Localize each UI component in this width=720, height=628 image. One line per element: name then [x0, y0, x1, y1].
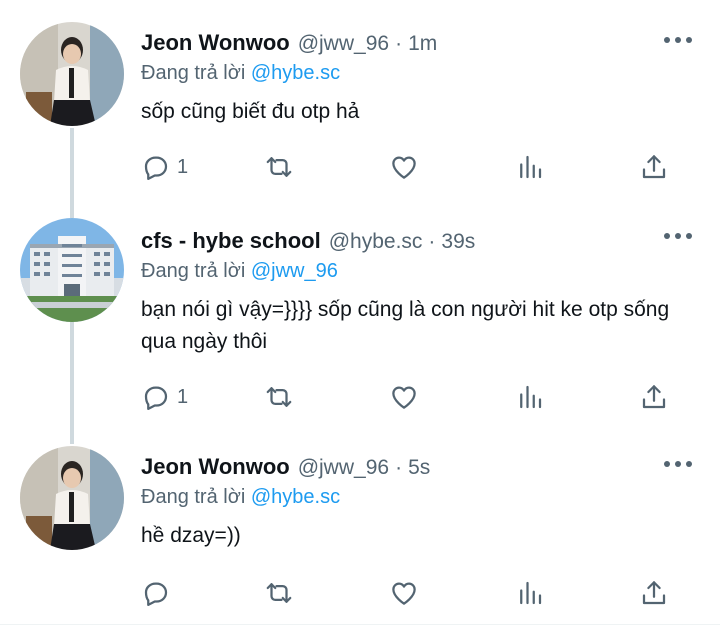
author-name[interactable]: Jeon Wonwoo: [141, 454, 290, 480]
retweet-icon: [266, 387, 292, 407]
like-button[interactable]: [389, 380, 419, 414]
more-icon: [664, 37, 670, 43]
analytics-icon: [520, 581, 542, 605]
timestamp[interactable]: 1m: [408, 32, 437, 56]
action-bar: [141, 576, 681, 610]
reply-mention[interactable]: @hybe.sc: [251, 486, 340, 508]
reply-prefix: Đang trả lời: [141, 486, 246, 508]
tweet[interactable]: cfs - hybe school @hybe.sc · 39s Đang tr…: [0, 200, 720, 430]
analytics-icon: [520, 385, 542, 409]
like-icon: [392, 582, 416, 605]
separator: ·: [428, 230, 436, 253]
reply-context: Đang trả lời @jww_96: [141, 256, 700, 286]
reply-context: Đang trả lời @hybe.sc: [141, 58, 700, 88]
like-icon: [392, 386, 416, 409]
author-handle[interactable]: @hybe.sc: [329, 230, 423, 254]
reply-count: 1: [177, 385, 189, 408]
share-button[interactable]: [639, 150, 669, 184]
retweet-button[interactable]: [264, 380, 294, 414]
share-button[interactable]: [639, 380, 669, 414]
avatar[interactable]: [20, 22, 124, 126]
retweet-button[interactable]: [264, 150, 294, 184]
tweet-text: sốp cũng biết đu otp hả: [141, 100, 360, 123]
like-button[interactable]: [389, 150, 419, 184]
analytics-button[interactable]: [515, 150, 545, 184]
retweet-icon: [266, 583, 292, 603]
more-button[interactable]: [664, 34, 692, 46]
reply-count: 1: [177, 155, 189, 178]
timestamp[interactable]: 5s: [408, 456, 430, 480]
retweet-icon: [266, 157, 292, 177]
avatar[interactable]: [20, 446, 124, 550]
more-icon: [664, 233, 670, 239]
more-button[interactable]: [664, 458, 692, 470]
reply-button[interactable]: 1: [141, 150, 188, 184]
author-handle[interactable]: @jww_96: [298, 456, 389, 480]
reply-icon: [144, 156, 168, 180]
separator: ·: [395, 456, 403, 479]
analytics-button[interactable]: [515, 380, 545, 414]
reply-button[interactable]: 1: [141, 380, 188, 414]
bottom-divider: [0, 624, 720, 625]
retweet-button[interactable]: [264, 576, 294, 610]
tweet[interactable]: Jeon Wonwoo @jww_96 · 1m Đang trả lời @h…: [0, 0, 720, 200]
analytics-button[interactable]: [515, 576, 545, 610]
more-button[interactable]: [664, 230, 692, 242]
more-icon: [664, 461, 670, 467]
author-name[interactable]: Jeon Wonwoo: [141, 30, 290, 56]
avatar[interactable]: [20, 218, 124, 322]
analytics-icon: [520, 155, 542, 179]
tweet-text: hề dzay=)): [141, 524, 241, 547]
reply-icon: [144, 386, 168, 410]
share-icon: [642, 385, 666, 409]
reply-mention[interactable]: @jww_96: [251, 260, 338, 282]
reply-button[interactable]: [141, 576, 177, 610]
reply-prefix: Đang trả lời: [141, 260, 246, 282]
share-button[interactable]: [639, 576, 669, 610]
tweet[interactable]: Jeon Wonwoo @jww_96 · 5s Đang trả lời @h…: [0, 430, 720, 628]
timestamp[interactable]: 39s: [441, 230, 475, 254]
author-name[interactable]: cfs - hybe school: [141, 228, 321, 254]
tweet-text: bạn nói gì vậy=}}}} sốp cũng là con ngườ…: [141, 298, 670, 353]
reply-context: Đang trả lời @hybe.sc: [141, 482, 700, 512]
author-handle[interactable]: @jww_96: [298, 32, 389, 56]
reply-prefix: Đang trả lời: [141, 62, 246, 84]
separator: ·: [395, 32, 403, 55]
action-bar: 1: [141, 380, 681, 414]
reply-mention[interactable]: @hybe.sc: [251, 62, 340, 84]
reply-icon: [144, 582, 168, 606]
action-bar: 1: [141, 150, 681, 184]
share-icon: [642, 581, 666, 605]
share-icon: [642, 155, 666, 179]
like-icon: [392, 156, 416, 179]
like-button[interactable]: [389, 576, 419, 610]
